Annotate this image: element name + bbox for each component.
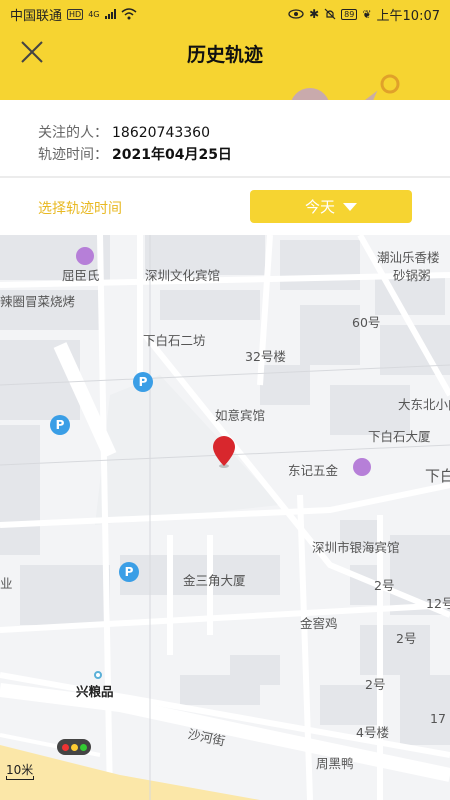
date-dropdown-label: 今天	[304, 198, 335, 216]
location-marker-icon[interactable]	[212, 435, 236, 469]
signal-icon	[104, 9, 116, 19]
watched-person-value: 18620743360	[112, 125, 210, 141]
map-label: 东记五金	[288, 463, 339, 478]
map-label: 兴粮品	[76, 684, 114, 699]
parking-icon[interactable]: P	[50, 415, 70, 435]
map-label: 深圳市银海宾馆	[312, 540, 400, 555]
map-label: 砂锅粥	[393, 268, 431, 283]
shop-poi-icon[interactable]	[76, 247, 94, 265]
network-label: 4G	[88, 9, 100, 19]
map-label: 2号	[396, 631, 417, 646]
eye-icon	[288, 9, 304, 19]
map-label: 业	[0, 576, 13, 591]
route-deco-icon	[291, 74, 400, 100]
tracking-info-card: 关注的人： 18620743360 轨迹时间： 2021年04月25日	[0, 100, 450, 176]
map-label: 辣圈冒菜烧烤	[0, 294, 76, 309]
date-dropdown-button[interactable]: 今天	[250, 190, 412, 223]
map-label: 金三角大厦	[183, 573, 246, 588]
traffic-toggle-icon[interactable]	[57, 739, 91, 755]
parking-icon[interactable]: P	[133, 372, 153, 392]
shop-poi-icon[interactable]	[353, 458, 371, 476]
map-scale-bar	[6, 776, 34, 780]
poi-dot-icon[interactable]	[94, 671, 102, 679]
carrier-label: 中国联通	[10, 8, 63, 24]
map-label: 潮汕乐香楼	[377, 250, 440, 265]
map-label: 32号楼	[245, 349, 286, 364]
map-label: 60号	[352, 315, 381, 330]
watched-person-label: 关注的人：	[38, 125, 108, 141]
status-bar: 中国联通 HD 4G ✱ 89 ❦ 上午10:07	[0, 0, 450, 28]
map-label: 金窖鸡	[300, 616, 338, 631]
map-label: 大东北小肉串	[398, 397, 450, 412]
time-select-label: 选择轨迹时间	[38, 201, 122, 217]
map-label: 12号	[426, 596, 450, 611]
bluetooth-icon: ✱	[309, 7, 320, 21]
map-label: 下白石二坊	[143, 333, 206, 348]
map-label: 下白石大厦	[368, 429, 431, 444]
hd-icon: HD	[67, 8, 84, 20]
map-label: 17	[430, 711, 446, 726]
map-label: 4号楼	[356, 725, 389, 740]
wifi-icon	[121, 8, 136, 20]
clock-label: 上午10:07	[376, 8, 440, 24]
caret-down-icon	[343, 202, 357, 211]
map-view[interactable]: P P P 屈臣氏 深圳文化宾馆 潮汕乐香楼 砂锅粥 辣圈冒菜烧烤 60号 下白…	[0, 235, 450, 800]
map-label: 周黑鸭	[316, 756, 354, 771]
track-date-label: 轨迹时间：	[38, 147, 108, 163]
parking-icon[interactable]: P	[119, 562, 139, 582]
map-background	[0, 235, 450, 800]
leaf-icon: ❦	[362, 7, 372, 21]
mute-icon	[324, 8, 336, 20]
map-label: 如意宾馆	[215, 408, 266, 423]
map-label: 2号	[374, 578, 395, 593]
battery-icon: 89	[341, 8, 358, 20]
map-label: 屈臣氏	[62, 268, 100, 283]
time-select-row: 选择轨迹时间 今天	[0, 178, 450, 235]
map-label: 下白	[425, 467, 450, 485]
track-date-value: 2021年04月25日	[112, 147, 232, 163]
page-title: 历史轨迹	[186, 44, 263, 66]
map-label: 2号	[365, 677, 386, 692]
map-label: 深圳文化宾馆	[145, 268, 221, 283]
header-bar: 历史轨迹	[0, 28, 450, 100]
